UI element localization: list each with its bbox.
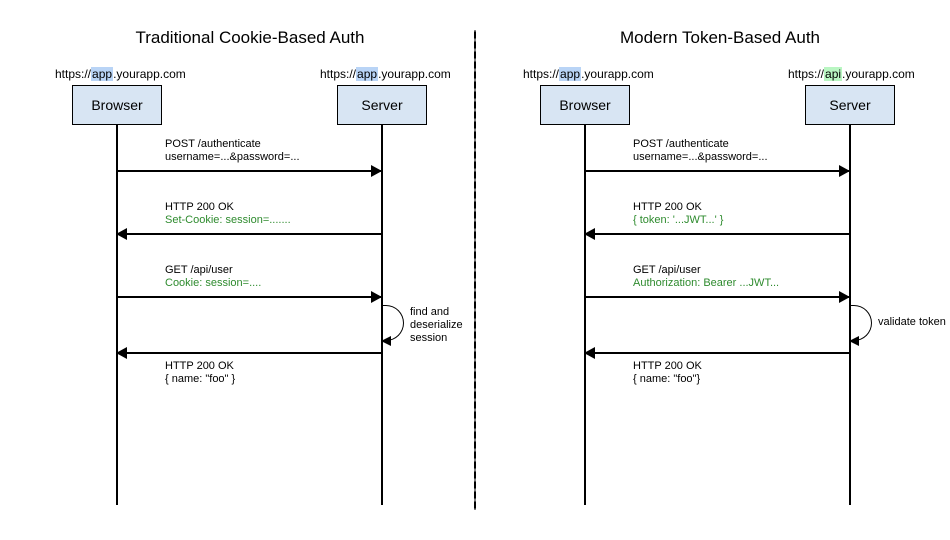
right-msg4-arrow bbox=[585, 352, 849, 354]
msg-line-green: Set-Cookie: session=....... bbox=[165, 214, 291, 227]
right-msg4-label: HTTP 200 OK { name: "foo"} bbox=[633, 360, 702, 386]
url-prefix: https:// bbox=[55, 67, 91, 81]
msg-line: POST /authenticate bbox=[633, 138, 768, 151]
url-highlight: app bbox=[559, 67, 581, 81]
url-prefix: https:// bbox=[320, 67, 356, 81]
left-msg3-arrow bbox=[117, 296, 381, 298]
box-label: Server bbox=[361, 97, 402, 113]
right-self-note: validate token bbox=[878, 316, 946, 329]
msg-line: GET /api/user bbox=[165, 264, 261, 277]
url-suffix: .yourapp.com bbox=[581, 67, 654, 81]
left-msg1-label: POST /authenticate username=...&password… bbox=[165, 138, 300, 164]
left-self-loop bbox=[382, 305, 404, 341]
msg-line: { name: "foo" } bbox=[165, 373, 235, 386]
left-server-box: Server bbox=[337, 85, 427, 125]
right-msg1-label: POST /authenticate username=...&password… bbox=[633, 138, 768, 164]
msg-line: POST /authenticate bbox=[165, 138, 300, 151]
url-prefix: https:// bbox=[788, 67, 824, 81]
right-server-url: https://api.yourapp.com bbox=[788, 67, 915, 81]
vertical-divider bbox=[474, 30, 476, 510]
left-msg1-arrow bbox=[117, 170, 381, 172]
right-msg3-label: GET /api/user Authorization: Bearer ...J… bbox=[633, 264, 779, 290]
box-label: Server bbox=[829, 97, 870, 113]
box-label: Browser bbox=[559, 97, 610, 113]
url-highlight: app bbox=[91, 67, 113, 81]
msg-line: username=...&password=... bbox=[165, 151, 300, 164]
msg-line: GET /api/user bbox=[633, 264, 779, 277]
left-browser-url: https://app.yourapp.com bbox=[55, 67, 186, 81]
right-browser-url: https://app.yourapp.com bbox=[523, 67, 654, 81]
left-browser-lifeline bbox=[116, 125, 118, 505]
left-msg3-label: GET /api/user Cookie: session=.... bbox=[165, 264, 261, 290]
msg-line-green: Cookie: session=.... bbox=[165, 277, 261, 290]
left-msg2-label: HTTP 200 OK Set-Cookie: session=....... bbox=[165, 201, 291, 227]
right-msg2-label: HTTP 200 OK { token: '...JWT...' } bbox=[633, 201, 723, 227]
url-highlight: app bbox=[356, 67, 378, 81]
right-msg1-arrow bbox=[585, 170, 849, 172]
left-server-url: https://app.yourapp.com bbox=[320, 67, 451, 81]
msg-line-green: Authorization: Bearer ...JWT... bbox=[633, 277, 779, 290]
url-suffix: .yourapp.com bbox=[113, 67, 186, 81]
msg-line: { name: "foo"} bbox=[633, 373, 702, 386]
left-self-note: find and deserialize session bbox=[410, 306, 463, 345]
left-msg4-arrow bbox=[117, 352, 381, 354]
url-highlight: api bbox=[824, 67, 842, 81]
url-suffix: .yourapp.com bbox=[378, 67, 451, 81]
msg-line: HTTP 200 OK bbox=[633, 360, 702, 373]
left-msg2-arrow bbox=[117, 233, 381, 235]
box-label: Browser bbox=[91, 97, 142, 113]
msg-line: HTTP 200 OK bbox=[633, 201, 723, 214]
right-browser-box: Browser bbox=[540, 85, 630, 125]
url-prefix: https:// bbox=[523, 67, 559, 81]
right-server-box: Server bbox=[805, 85, 895, 125]
right-title: Modern Token-Based Auth bbox=[600, 28, 840, 48]
left-title: Traditional Cookie-Based Auth bbox=[130, 28, 370, 48]
left-browser-box: Browser bbox=[72, 85, 162, 125]
left-msg4-label: HTTP 200 OK { name: "foo" } bbox=[165, 360, 235, 386]
right-msg2-arrow bbox=[585, 233, 849, 235]
right-browser-lifeline bbox=[584, 125, 586, 505]
right-self-loop bbox=[850, 305, 872, 341]
msg-line-green: { token: '...JWT...' } bbox=[633, 214, 723, 227]
url-suffix: .yourapp.com bbox=[842, 67, 915, 81]
msg-line: HTTP 200 OK bbox=[165, 201, 291, 214]
msg-line: username=...&password=... bbox=[633, 151, 768, 164]
right-msg3-arrow bbox=[585, 296, 849, 298]
msg-line: HTTP 200 OK bbox=[165, 360, 235, 373]
